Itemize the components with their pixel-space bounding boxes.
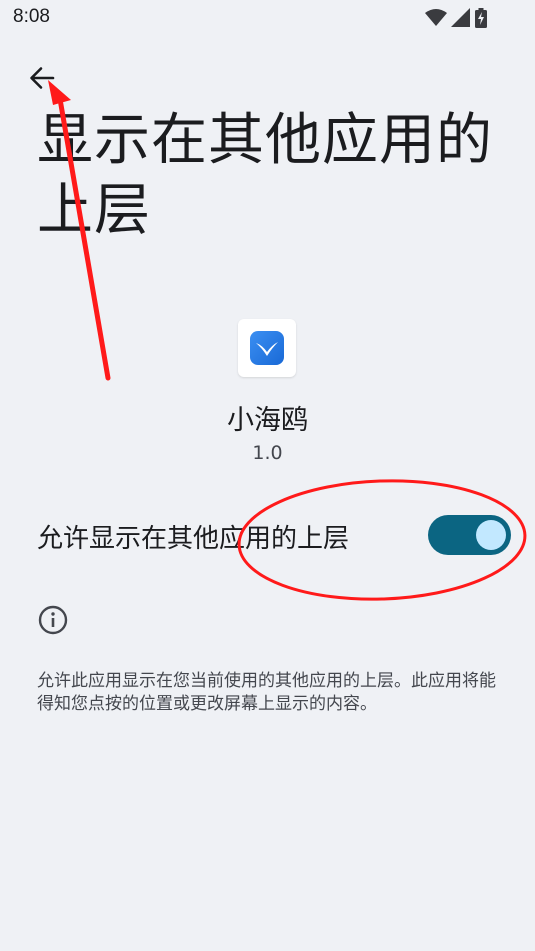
arrow-back-icon: [30, 67, 55, 89]
status-bar: 8:08: [0, 0, 535, 36]
app-version: 1.0: [252, 442, 283, 464]
permission-toggle-row[interactable]: 允许显示在其他应用的上层: [0, 500, 535, 572]
status-icons: [425, 8, 495, 28]
toggle-thumb: [476, 520, 506, 550]
permission-description: 允许此应用显示在您当前使用的其他应用的上层。此应用将能得知您点按的位置或更改屏幕…: [37, 671, 496, 714]
battery-charging-icon: [475, 8, 487, 28]
signal-icon: [451, 8, 470, 27]
permission-toggle[interactable]: [428, 515, 511, 555]
permission-label: 允许显示在其他应用的上层: [37, 524, 350, 554]
wifi-icon: [425, 9, 447, 26]
seagull-app-icon: [250, 331, 284, 365]
page-title: 显示在其他应用的上层: [37, 108, 493, 243]
back-button[interactable]: [22, 58, 62, 98]
info-icon: [37, 604, 69, 636]
status-time: 8:08: [13, 6, 50, 27]
app-name: 小海鸥: [227, 405, 308, 436]
app-icon: [238, 319, 296, 377]
